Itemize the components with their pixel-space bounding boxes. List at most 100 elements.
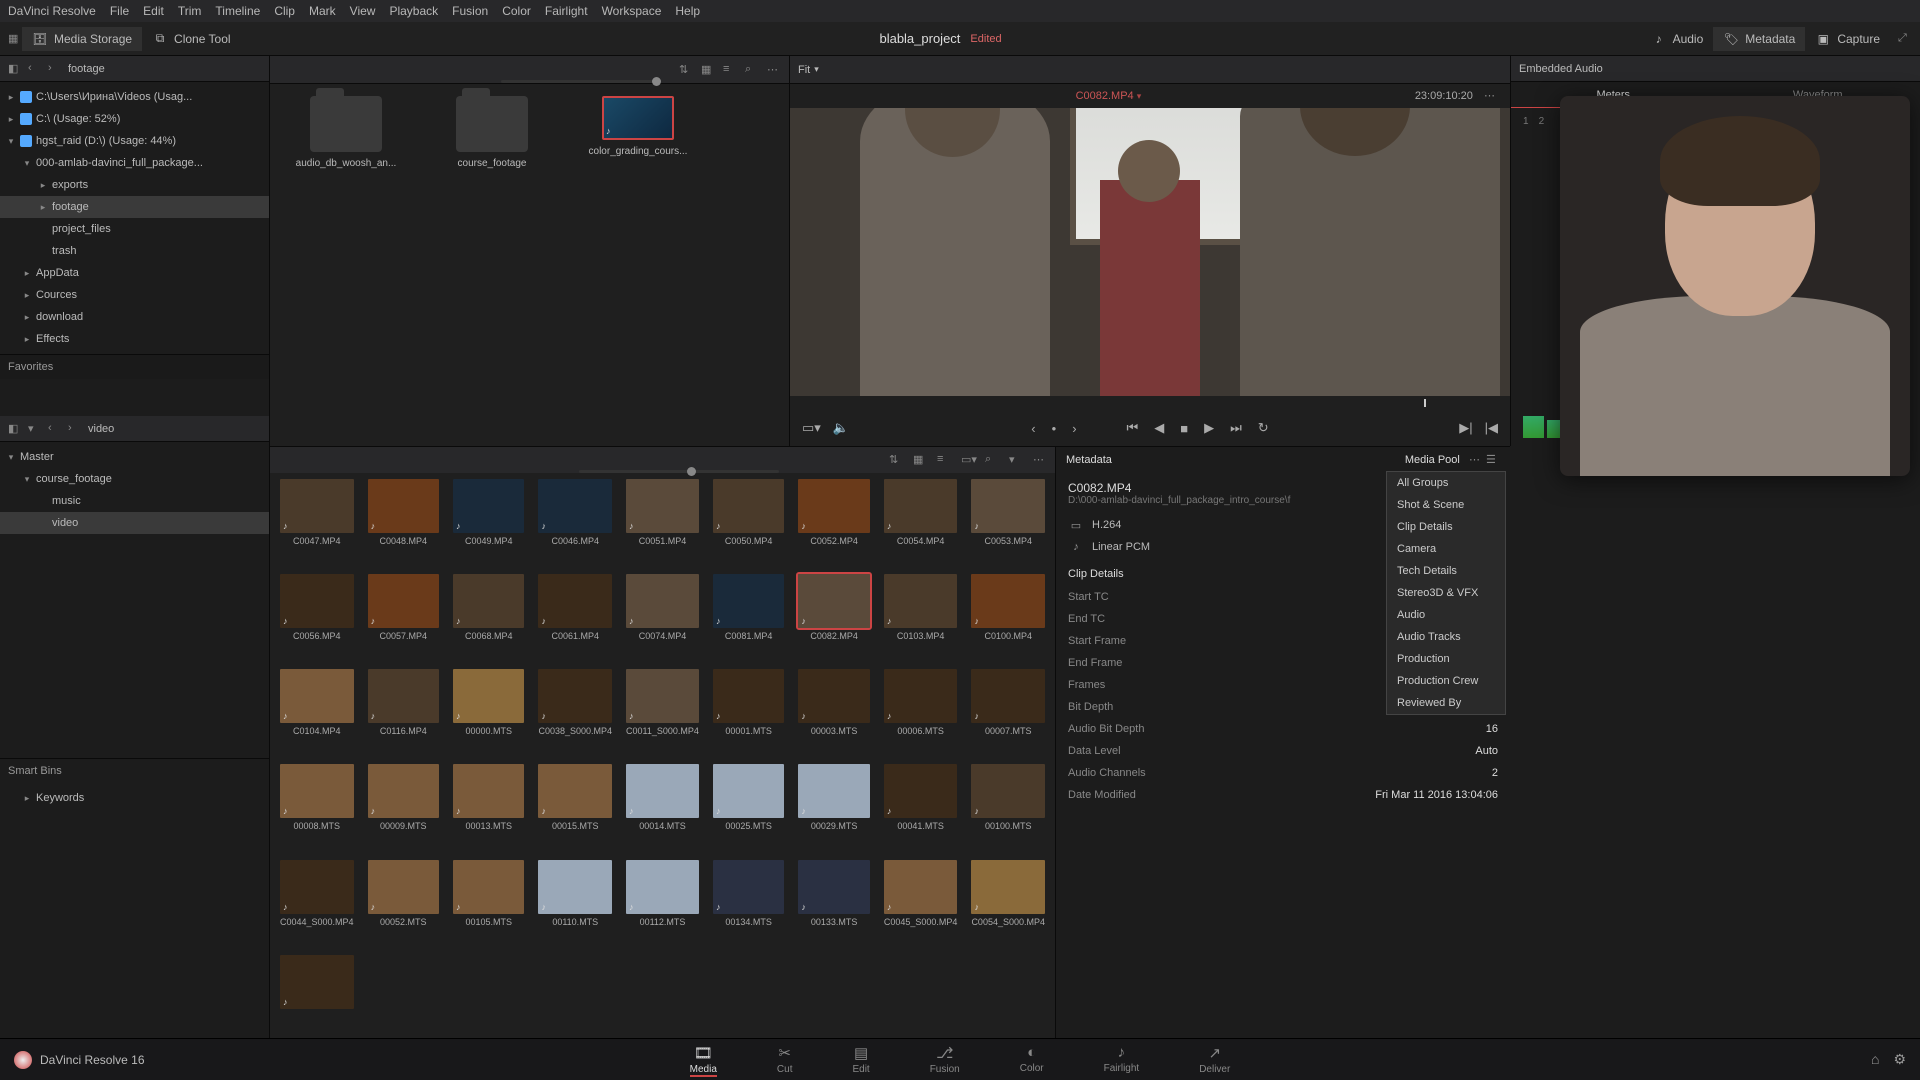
dropdown-item[interactable]: Production: [1387, 648, 1505, 670]
dropdown-item[interactable]: Tech Details: [1387, 560, 1505, 582]
clip-thumbnail[interactable]: ♪: [626, 669, 699, 723]
clip-thumbnail[interactable]: ♪: [453, 860, 524, 914]
clip-thumbnail[interactable]: ♪: [453, 764, 524, 818]
clip-thumbnail[interactable]: ♪: [368, 669, 439, 723]
clip-thumbnail[interactable]: ♪: [626, 764, 699, 818]
clip-item[interactable]: ♪00105.MTS: [453, 860, 524, 947]
tree-item[interactable]: ▸footage: [0, 196, 269, 218]
clone-tool-button[interactable]: ⧉ Clone Tool: [142, 27, 240, 51]
clip-item[interactable]: ♪00009.MTS: [368, 764, 439, 851]
clip-item[interactable]: ♪00003.MTS: [798, 669, 869, 756]
last-frame-icon[interactable]: ⏭: [1230, 420, 1242, 436]
sidebar-toggle-icon[interactable]: ◧: [8, 62, 22, 76]
viewer-scrubber[interactable]: [790, 396, 1510, 410]
metadata-preset-label[interactable]: Media Pool: [1405, 454, 1460, 466]
clip-item[interactable]: ♪C0054_S000.MP4: [971, 860, 1045, 947]
clip-thumbnail[interactable]: ♪: [713, 860, 784, 914]
clip-item[interactable]: ♪C0044_S000.MP4: [280, 860, 354, 947]
clip-item[interactable]: ♪C0100.MP4: [971, 574, 1045, 661]
menu-davinci-resolve[interactable]: DaVinci Resolve: [8, 4, 96, 18]
folder-item[interactable]: audio_db_woosh_an...: [286, 96, 406, 169]
clip-item[interactable]: ♪C0116.MP4: [368, 669, 439, 756]
more-icon[interactable]: ⋯: [1033, 453, 1047, 467]
playhead-icon[interactable]: •: [1052, 421, 1057, 436]
clip-thumbnail[interactable]: ♪: [368, 479, 439, 533]
clip-item[interactable]: ♪00007.MTS: [971, 669, 1045, 756]
tree-item[interactable]: ▸C:\Users\Ирина\Videos (Usag...: [0, 86, 269, 108]
tree-item[interactable]: ▸exports: [0, 174, 269, 196]
thumb-view-icon[interactable]: ▦: [701, 63, 715, 77]
clip-item[interactable]: ♪C0081.MP4: [713, 574, 784, 661]
clip-item[interactable]: ♪C0054.MP4: [884, 479, 958, 566]
thumb-size-slider[interactable]: [687, 467, 696, 476]
play-icon[interactable]: ▶: [1204, 420, 1214, 436]
clip-thumbnail[interactable]: ♪: [453, 669, 524, 723]
capture-button[interactable]: ▣ Capture: [1805, 27, 1890, 51]
mark-in-out-icon[interactable]: ▭▾: [802, 420, 821, 436]
clip-thumbnail[interactable]: ♪: [538, 860, 612, 914]
clip-thumbnail[interactable]: ♪: [280, 764, 354, 818]
clip-item[interactable]: ♪C0047.MP4: [280, 479, 354, 566]
clip-item[interactable]: ♪color_grading_cours...: [578, 96, 698, 157]
dropdown-item[interactable]: Production Crew: [1387, 670, 1505, 692]
dropdown-item[interactable]: Stereo3D & VFX: [1387, 582, 1505, 604]
clip-thumbnail[interactable]: ♪: [626, 479, 699, 533]
menu-color[interactable]: Color: [502, 4, 531, 18]
tree-item[interactable]: ▾hgst_raid (D:\) (Usage: 44%): [0, 130, 269, 152]
zoom-fit-select[interactable]: Fit▾: [798, 64, 819, 76]
clip-item[interactable]: ♪C0045_S000.MP4: [884, 860, 958, 947]
clip-thumbnail[interactable]: ♪: [971, 764, 1045, 818]
menu-edit[interactable]: Edit: [143, 4, 164, 18]
clip-thumbnail[interactable]: ♪: [453, 574, 524, 628]
clip-thumbnail[interactable]: ♪: [971, 669, 1045, 723]
next-clip-icon[interactable]: ›: [1072, 421, 1076, 436]
clip-thumbnail[interactable]: ♪: [713, 479, 784, 533]
nav-back-icon[interactable]: ‹: [48, 422, 62, 436]
clip-item[interactable]: ♪C0104.MP4: [280, 669, 354, 756]
clip-item[interactable]: ♪00013.MTS: [453, 764, 524, 851]
clip-item[interactable]: ♪00006.MTS: [884, 669, 958, 756]
clip-item[interactable]: ♪C0053.MP4: [971, 479, 1045, 566]
menu-timeline[interactable]: Timeline: [215, 4, 260, 18]
clip-item[interactable]: ♪00029.MTS: [798, 764, 869, 851]
metadata-button[interactable]: 🏷 Metadata: [1713, 27, 1805, 51]
thumb-size-slider[interactable]: [652, 77, 661, 86]
clip-thumbnail[interactable]: ♪: [368, 574, 439, 628]
more-icon[interactable]: ⋯: [767, 63, 781, 77]
clip-item[interactable]: ♪00133.MTS: [798, 860, 869, 947]
clip-thumbnail[interactable]: ♪: [280, 669, 354, 723]
clip-item[interactable]: ♪00000.MTS: [453, 669, 524, 756]
tree-item[interactable]: ▸Effects: [0, 328, 269, 350]
clip-item[interactable]: ♪C0052.MP4: [798, 479, 869, 566]
clip-thumbnail[interactable]: ♪: [798, 574, 869, 628]
home-icon[interactable]: ⌂: [1871, 1051, 1879, 1068]
menu-view[interactable]: View: [350, 4, 376, 18]
first-frame-icon[interactable]: ⏮: [1127, 420, 1139, 436]
tree-item[interactable]: ▸Cources: [0, 284, 269, 306]
expand-icon[interactable]: ⤢: [1898, 32, 1912, 46]
tree-item[interactable]: music: [0, 490, 269, 512]
page-tab-cut[interactable]: ✂Cut: [777, 1042, 793, 1077]
clip-thumbnail[interactable]: ♪: [538, 669, 612, 723]
dropdown-item[interactable]: All Groups: [1387, 472, 1505, 494]
search-icon[interactable]: ⌕: [745, 63, 759, 77]
strip-view-icon[interactable]: ▭▾: [961, 453, 975, 467]
viewer-clip-name[interactable]: C0082.MP4 ▾: [1076, 90, 1142, 102]
clip-item[interactable]: ♪C0038_S000.MP4: [538, 669, 612, 756]
tree-item[interactable]: project_files: [0, 218, 269, 240]
clip-item[interactable]: ♪00015.MTS: [538, 764, 612, 851]
filter-icon[interactable]: ▾: [1009, 453, 1023, 467]
nav-back-icon[interactable]: ‹: [28, 62, 42, 76]
clip-item[interactable]: ♪: [280, 955, 354, 1032]
clip-item[interactable]: ♪00041.MTS: [884, 764, 958, 851]
clip-item[interactable]: ♪00008.MTS: [280, 764, 354, 851]
clip-item[interactable]: ♪C0057.MP4: [368, 574, 439, 661]
clip-item[interactable]: ♪00014.MTS: [626, 764, 699, 851]
prev-clip-icon[interactable]: ‹: [1031, 421, 1035, 436]
go-start-icon[interactable]: |◀: [1485, 420, 1498, 436]
clip-thumbnail[interactable]: ♪: [280, 574, 354, 628]
loop-icon[interactable]: ↻: [1258, 420, 1269, 436]
clip-item[interactable]: ♪C0061.MP4: [538, 574, 612, 661]
menu-clip[interactable]: Clip: [274, 4, 295, 18]
list-view-icon[interactable]: ≡: [937, 453, 951, 467]
